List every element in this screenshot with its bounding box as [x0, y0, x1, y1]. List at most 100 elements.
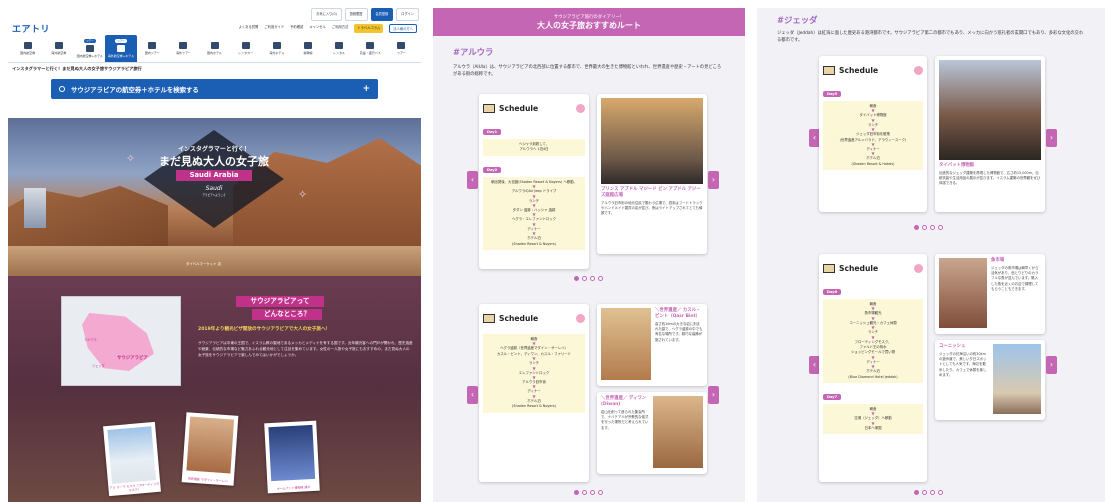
hotel-icon: [272, 42, 281, 49]
area-desc-alula: アルウラ（AlUla）は、サウジアラビアの北西部に位置する都市で、世界最大の生き…: [453, 65, 722, 77]
spot-text: ジェッダの紅海沿いの約30kmの遊歩道で、美しい夕日スポットとしても人気です。海…: [939, 352, 987, 377]
day-badge: Day1: [483, 129, 502, 135]
site-logo[interactable]: エアトリ: [12, 22, 50, 35]
register-button[interactable]: 会員登録: [370, 8, 394, 21]
nav-intl-hotel[interactable]: 海外ホテル: [261, 35, 292, 62]
service-nav: 国内航空券 海外航空券 ツアー 国内航空券+ホテル ツアー 海外航空券+ホテル 国内…: [8, 35, 421, 63]
area-heading-jeddah: #ジェッダ: [777, 15, 818, 25]
spot-title: コーニッシュ: [939, 344, 966, 349]
search-flight-hotel-button[interactable]: サウジアラビアの航空券＋ホテルを検索する +: [51, 79, 378, 99]
spot-card: プリンス アブドル マジード ビン アブドル アジーズ庭館広場 アルウラ旧市街の…: [597, 94, 707, 254]
spot-text: 伝統的なジェッダ建築を再現した博物館で、広さ約15,000m。伝統衣装や生活用品…: [939, 171, 1041, 186]
carousel-next-button[interactable]: ›: [1046, 129, 1057, 147]
spot-photo: [601, 98, 703, 184]
carousel-prev-button[interactable]: ‹: [467, 171, 478, 189]
day-badge: Day5: [823, 91, 842, 97]
map-city-alula: アルウラ: [84, 338, 97, 342]
nav-domestic-tour[interactable]: 国内ツアー: [137, 35, 168, 62]
nav-domestic-hotel[interactable]: 国内ホテル: [199, 35, 230, 62]
carousel-next-button[interactable]: ›: [708, 386, 719, 404]
history-button[interactable]: 旅程履歴: [344, 8, 368, 21]
nav-rental[interactable]: レンタル: [324, 35, 355, 62]
lantern-icon: ✧: [298, 188, 308, 201]
tour-icon: [179, 42, 188, 49]
screenshot-root: お気に入り(0) 旅程履歴 会員登録 ログイン エアトリ よくある質問 ご利用ガ…: [0, 0, 1105, 502]
saudi-logo-sub: アラビアへようこそ: [202, 194, 226, 197]
plane-icon: [54, 42, 63, 49]
day-badge: Day6: [823, 289, 842, 295]
hero-line1: インスタグラマーと行く！: [178, 146, 250, 153]
intro-section: アルウラ ジェッダ サウジアラビア サウジアラビアって どんなところ？ 2019…: [8, 276, 421, 502]
header-link-cancel[interactable]: キャンセル: [309, 24, 325, 33]
area-heading-alula: #アルウラ: [453, 47, 494, 57]
plane-hotel-icon: [117, 45, 126, 52]
schedule-card: Schedule Day1 ヘジャラ到着して、 アルウラへ 1泊4日 Day2 …: [479, 94, 589, 269]
tour-icon: [397, 42, 406, 49]
header-link-reservation[interactable]: 予約確認: [290, 24, 303, 33]
map-city-jeddah: ジェッダ: [92, 364, 105, 368]
car-icon: [241, 42, 250, 49]
lantern-icon: ✧: [126, 152, 136, 165]
train-icon: [303, 42, 312, 49]
hero-caption: タイベルマーケット 店: [186, 262, 221, 266]
schedule-box: 朝食 ▼ ヘグラ遺跡（世界遺産マダイン・サーレハ） カスル・ビント、ディワン、カ…: [483, 334, 585, 413]
header-link-column[interactable]: トラベルコラム: [354, 23, 384, 33]
landing-page-panel: お気に入り(0) 旅程履歴 会員登録 ログイン エアトリ よくある質問 ご利用ガ…: [8, 8, 421, 502]
photo-floating-mosque: アル ラーマ モスク（フローティングモスク）: [103, 421, 161, 497]
search-icon: [59, 86, 65, 92]
route-title: 大人の女子旅おすすめルート: [537, 20, 641, 30]
nav-tour[interactable]: ツアー: [386, 35, 417, 62]
search-wrap: サウジアラビアの航空券＋ホテルを検索する +: [8, 75, 421, 103]
schedule-box: 朝食 ▼ 空港（ジェッダ）へ移動 ▼ 日本へ帰国: [823, 404, 923, 435]
spot-card: コーニッシュ ジェッダの紅海沿いの約30kmの遊歩道で、美しい夕日スポットとして…: [935, 340, 1045, 420]
tour-icon: [148, 42, 157, 49]
spot-card: 魚市場 ジェッダの魚市場は朝早くから活気があり、色とりどりのカラフルな魚が並んで…: [935, 254, 1045, 334]
alula-route-panel: サウジアラビア旅行のダイアリー！ 大人の女子旅おすすめルート #アルウラ アルウ…: [433, 8, 745, 502]
plane-icon: [23, 42, 32, 49]
spot-title: ＼世界遺産／ ディワン(Diwan): [601, 396, 647, 407]
schedule-box: 朝食 ▼ タイバット博物館 ▼ ランチ ▼ ジェッダ旧市街を散策 (世界遺産アル…: [823, 101, 923, 171]
schedule-box: 朝食 ▼ 魚市場観光 ▼ コーニッシュ観光・カフェ休憩 ▼ ランチ ▼ フローテ…: [823, 299, 923, 384]
header-link-corporate[interactable]: 法人様の方へ: [389, 23, 417, 33]
header-link-howto[interactable]: ご利用方法: [332, 24, 348, 33]
plus-icon: +: [362, 84, 370, 94]
nav-intl-tour[interactable]: 海外ツアー: [168, 35, 199, 62]
nav-domestic-air-hotel[interactable]: ツアー 国内航空券+ホテル: [74, 35, 105, 62]
photo-madain-saleh: 世界遺産 マダイン・サーレハ: [181, 412, 239, 486]
header-links: よくある質問 ご利用ガイド 予約確認 キャンセル ご利用方法 トラベルコラム 法…: [239, 23, 417, 33]
nav-intl-air[interactable]: 海外航空券: [43, 35, 74, 62]
spot-photo: [939, 60, 1041, 160]
day-badge: Day2: [483, 166, 502, 173]
spot-text: 高さ約16mの大きな岩に刻まれた墓で、ヘグラ遺跡の中でも有名な場所です。精巧な装…: [655, 322, 703, 342]
schedule-card: Schedule Day5 朝食 ▼ タイバット博物館 ▼ ランチ ▼ ジェッダ…: [819, 56, 927, 212]
nav-bus[interactable]: 高速・夜行バス: [355, 35, 386, 62]
schedule-box: ヘジャラ到着して、 アルウラへ 1泊4日: [483, 139, 585, 156]
spot-title: ＼世界遺産／ カスル・ビント（Qasr Bint）: [655, 308, 701, 319]
login-button[interactable]: ログイン: [396, 8, 419, 21]
schedule-box: 朝出発後、大賞館(Shaden Resort & Noyers) へ移動、 ▼ …: [483, 176, 585, 251]
spot-text: アルウラ旧市街の地元住民で賑わう広場で、週末はフードトラックやハンドメイド雑貨の…: [601, 201, 703, 216]
carousel-prev-button[interactable]: ‹: [467, 386, 478, 404]
nav-rentacar[interactable]: レンタカー: [230, 35, 261, 62]
carousel-dots: [574, 490, 603, 495]
spot-photo: [601, 308, 651, 380]
intro-title-2: どんなところ？: [252, 309, 322, 320]
favorites-button[interactable]: お気に入り(0): [311, 8, 342, 21]
carousel-dots: [574, 276, 603, 281]
tag-icon: [914, 263, 923, 273]
search-button-label: サウジアラビアの航空券＋ホテルを検索する: [71, 85, 199, 94]
nav-domestic-air[interactable]: 国内航空券: [12, 35, 43, 62]
spot-card: ＼世界遺産／ カスル・ビント（Qasr Bint） 高さ約16mの大きな岩に刻ま…: [597, 304, 707, 386]
header-link-faq[interactable]: よくある質問: [239, 24, 259, 33]
nav-intl-air-hotel[interactable]: ツアー 海外航空券+ホテル: [105, 35, 137, 62]
intro-lead: 2019年より観光ビザ開放のサウジアラビアで大人の女子旅へ！: [198, 327, 331, 332]
jeddah-route-panel: #ジェッダ ジェッダ（Jeddah）は紅海に面した歴史ある港湾都市です。サウジア…: [757, 8, 1105, 502]
spot-title: 魚市場: [991, 258, 1005, 263]
notebook-icon: [823, 263, 835, 273]
nav-shinkansen[interactable]: 新幹線: [292, 35, 323, 62]
spot-title: タイバット博物館: [939, 163, 975, 168]
carousel-next-button[interactable]: ›: [1046, 356, 1057, 374]
carousel-next-button[interactable]: ›: [708, 171, 719, 189]
mirrored-building: [24, 188, 46, 228]
header-link-guide[interactable]: ご利用ガイド: [264, 24, 284, 33]
